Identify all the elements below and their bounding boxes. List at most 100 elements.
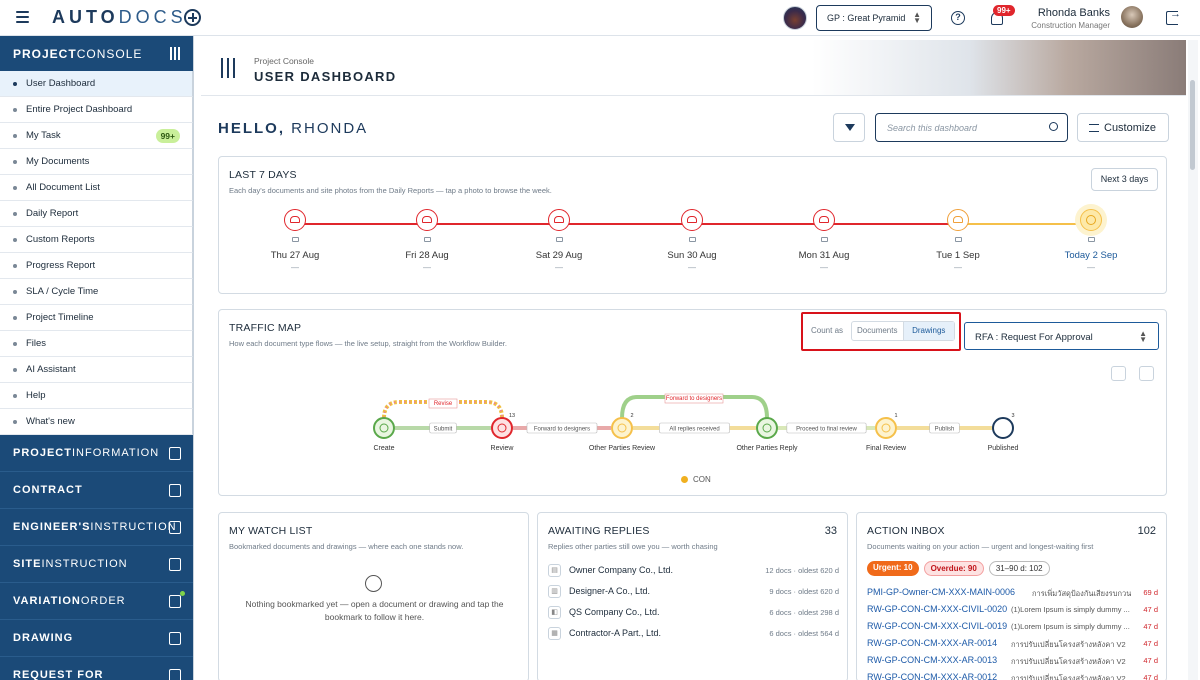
sidebar-item-files[interactable]: Files bbox=[0, 331, 193, 357]
company-name[interactable]: Contractor-A Part., Ltd. bbox=[569, 628, 661, 638]
sidebar-item-all-document-list[interactable]: All Document List bbox=[0, 175, 193, 201]
logout-icon[interactable] bbox=[1166, 8, 1181, 25]
sidebar-item-label: Help bbox=[26, 390, 46, 401]
sliders-icon[interactable] bbox=[169, 47, 181, 60]
day-status-icon[interactable] bbox=[1080, 209, 1102, 231]
await-row[interactable]: ▦ Contractor-A Part., Ltd. 6 docs · oldest… bbox=[548, 626, 839, 644]
edge-label: Publish bbox=[935, 427, 955, 433]
day-6[interactable]: Today 2 Sep — bbox=[1051, 209, 1131, 272]
day-5[interactable]: Tue 1 Sep — bbox=[918, 209, 998, 272]
await-row[interactable]: ▤ Owner Company Co., Ltd. 12 docs · oldest… bbox=[548, 563, 839, 581]
breadcrumb[interactable]: Project Console bbox=[254, 56, 314, 66]
document-code[interactable]: RW-GP-CON-CM-XXX-CIVIL-0019 bbox=[867, 621, 1007, 631]
sidebar-header-project-console[interactable]: PROJECT CONSOLE bbox=[0, 36, 193, 71]
day-4[interactable]: Mon 31 Aug — bbox=[784, 209, 864, 272]
sidebar-item-my-task[interactable]: My Task 99+ bbox=[0, 123, 193, 149]
camera-icon[interactable] bbox=[820, 237, 828, 242]
sidebar-item-user-dashboard[interactable]: User Dashboard bbox=[0, 71, 193, 97]
scrollbar[interactable] bbox=[1188, 40, 1198, 680]
document-code[interactable]: RW-GP-CON-CM-XXX-AR-0014 bbox=[867, 638, 997, 648]
await-row[interactable]: ◧ QS Company Co., Ltd. 6 docs · oldest 298… bbox=[548, 605, 839, 623]
chip-overdue[interactable]: Overdue: 90 bbox=[923, 561, 984, 576]
notification-badge: 99+ bbox=[993, 5, 1015, 16]
day-1[interactable]: Fri 28 Aug — bbox=[387, 209, 467, 272]
sidebar-item-label: What's new bbox=[26, 416, 75, 427]
sidebar-item-project-timeline[interactable]: Project Timeline bbox=[0, 305, 193, 331]
camera-icon[interactable] bbox=[688, 237, 696, 242]
document-code[interactable]: RW-GP-CON-CM-XXX-AR-0012 bbox=[867, 672, 997, 680]
await-row[interactable]: ▥ Designer-A Co., Ltd. 9 docs · oldest 620… bbox=[548, 584, 839, 602]
sidebar-item-my-documents[interactable]: My Documents bbox=[0, 149, 193, 175]
sidebar-item-sla-cycle-time[interactable]: SLA / Cycle Time bbox=[0, 279, 193, 305]
workflow-select[interactable]: RFA : Request For Approval ▲ ▼ bbox=[964, 322, 1159, 350]
camera-icon[interactable] bbox=[291, 237, 299, 242]
document-code[interactable]: PMI-GP-Owner-CM-XXX-MAIN-0006 bbox=[867, 587, 1015, 597]
sidebar-item-ai-assistant[interactable]: AI Assistant bbox=[0, 357, 193, 383]
sidebar-section-variation-order[interactable]: VARIATION ORDER bbox=[0, 583, 193, 620]
chevron-updown-icon: ▲ ▼ bbox=[913, 10, 921, 25]
day-3[interactable]: Sun 30 Aug — bbox=[652, 209, 732, 272]
flow-node-0 bbox=[373, 417, 395, 439]
day-2[interactable]: Sat 29 Aug — bbox=[519, 209, 599, 272]
day-status-icon[interactable] bbox=[813, 209, 835, 231]
sidebar-item-custom-reports[interactable]: Custom Reports bbox=[0, 227, 193, 253]
sidebar-item-label: All Document List bbox=[26, 182, 100, 193]
camera-icon[interactable] bbox=[423, 237, 431, 242]
company-name[interactable]: QS Company Co., Ltd. bbox=[569, 607, 660, 617]
sidebar-item-what-s-new[interactable]: What's new bbox=[0, 409, 193, 435]
project-select[interactable]: GP : Great Pyramid ▲ ▼ bbox=[816, 5, 932, 31]
chip-urgent[interactable]: Urgent: 10 bbox=[867, 561, 919, 576]
document-code[interactable]: RW-GP-CON-CM-XXX-CIVIL-0020 bbox=[867, 604, 1007, 614]
sidebar-item-daily-report[interactable]: Daily Report bbox=[0, 201, 193, 227]
count-as-toggle[interactable]: Documents Drawings bbox=[851, 321, 955, 341]
sidebar-section-drawing[interactable]: DRAWING bbox=[0, 620, 193, 657]
camera-icon[interactable] bbox=[954, 237, 962, 242]
sidebar-section-engineer-s-instruction[interactable]: ENGINEER'S INSTRUCTION bbox=[0, 509, 193, 546]
inbox-row[interactable]: RW-GP-CON-CM-XXX-CIVIL-0020 (1)Lorem Ipsu… bbox=[867, 604, 1158, 620]
sidebar-item-entire-project-dashboard[interactable]: Entire Project Dashboard bbox=[0, 97, 193, 123]
day-status-icon[interactable] bbox=[548, 209, 570, 231]
inbox-row[interactable]: PMI-GP-Owner-CM-XXX-MAIN-0006 การเพิ่มวัส… bbox=[867, 587, 1158, 603]
day-0[interactable]: Thu 27 Aug — bbox=[255, 209, 335, 272]
traffic-map-card: TRAFFIC MAP How each document type flows… bbox=[218, 309, 1167, 496]
app-logo[interactable]: AUTODOCS bbox=[52, 7, 187, 28]
waiting-days: 47 d bbox=[1143, 639, 1158, 648]
day-status-icon[interactable] bbox=[284, 209, 306, 231]
inbox-row[interactable]: RW-GP-CON-CM-XXX-CIVIL-0019 (1)Lorem Ipsu… bbox=[867, 621, 1158, 637]
settings-icon bbox=[1089, 124, 1099, 132]
company-name[interactable]: Owner Company Co., Ltd. bbox=[569, 565, 673, 575]
inbox-row[interactable]: RW-GP-CON-CM-XXX-AR-0012 การปรับเปลี่ยนโค… bbox=[867, 672, 1158, 680]
user-avatar[interactable] bbox=[1121, 6, 1143, 28]
sidebar-section-contract[interactable]: CONTRACT bbox=[0, 472, 193, 509]
document-code[interactable]: RW-GP-CON-CM-XXX-AR-0013 bbox=[867, 655, 997, 665]
card-subtitle: Documents waiting on your action — urgen… bbox=[867, 542, 1094, 551]
sidebar-item-help[interactable]: Help bbox=[0, 383, 193, 409]
customize-button[interactable]: Customize bbox=[1077, 113, 1169, 142]
chip-range[interactable]: 31–90 d: 102 bbox=[988, 561, 1050, 576]
camera-icon[interactable] bbox=[555, 237, 563, 242]
inbox-row[interactable]: RW-GP-CON-CM-XXX-AR-0014 การปรับเปลี่ยนโค… bbox=[867, 638, 1158, 654]
waiting-days: 47 d bbox=[1143, 622, 1158, 631]
toggle-documents[interactable]: Documents bbox=[852, 322, 903, 340]
hamburger-menu-icon[interactable] bbox=[16, 11, 29, 23]
sidebar-section-project-information[interactable]: PROJECT INFORMATION bbox=[0, 435, 193, 472]
company-avatar: ▥ bbox=[548, 585, 561, 598]
next-3-days-button[interactable]: Next 3 days bbox=[1091, 168, 1158, 191]
day-status-icon[interactable] bbox=[947, 209, 969, 231]
node-label: Published bbox=[988, 445, 1019, 452]
company-name[interactable]: Designer-A Co., Ltd. bbox=[569, 586, 650, 596]
add-icon[interactable] bbox=[184, 9, 201, 26]
user-name[interactable]: Rhonda Banks bbox=[1030, 7, 1110, 19]
toggle-drawings[interactable]: Drawings bbox=[902, 322, 954, 340]
sidebar-section-site-instruction[interactable]: SITE INSTRUCTION bbox=[0, 546, 193, 583]
filter-button[interactable] bbox=[833, 113, 865, 142]
search-input[interactable]: Search this dashboard bbox=[875, 113, 1068, 142]
camera-icon[interactable] bbox=[1087, 237, 1095, 242]
sidebar-section-request-for[interactable]: REQUEST FOR bbox=[0, 657, 193, 680]
sidebar-item-progress-report[interactable]: Progress Report bbox=[0, 253, 193, 279]
inbox-row[interactable]: RW-GP-CON-CM-XXX-AR-0013 การปรับเปลี่ยนโค… bbox=[867, 655, 1158, 671]
day-status-icon[interactable] bbox=[681, 209, 703, 231]
help-icon[interactable]: ? bbox=[951, 11, 965, 25]
day-status-icon[interactable] bbox=[416, 209, 438, 231]
card-count: 33 bbox=[824, 525, 837, 537]
